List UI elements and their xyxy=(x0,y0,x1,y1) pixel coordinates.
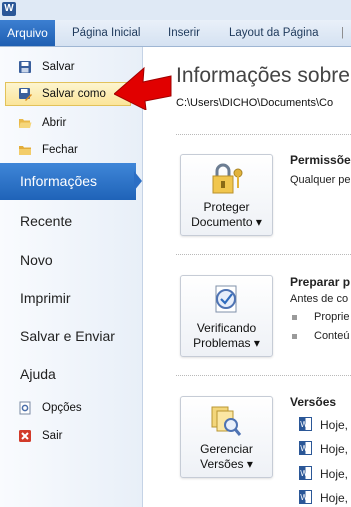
title-bar: W xyxy=(0,0,351,20)
tab-page-layout[interactable]: Layout da Página xyxy=(229,20,319,46)
word-app-icon[interactable]: W xyxy=(2,2,16,16)
word-doc-icon: W xyxy=(299,441,312,455)
version-item[interactable]: Hoje, xyxy=(320,467,348,481)
version-item[interactable]: Hoje, xyxy=(320,491,348,505)
nav-new[interactable]: Novo xyxy=(20,252,53,268)
word-doc-icon: W xyxy=(299,490,312,504)
versions-heading: Versões xyxy=(290,395,337,409)
divider xyxy=(176,375,351,376)
bullet xyxy=(292,315,297,320)
save-icon xyxy=(19,61,31,73)
prepare-desc: Antes de co xyxy=(290,293,349,305)
version-item[interactable]: Hoje, xyxy=(320,442,348,456)
check-line2: Problemas ▾ xyxy=(193,336,260,350)
nav-selection-pointer xyxy=(134,171,142,191)
exit-command[interactable]: Sair xyxy=(0,424,142,448)
svg-text:W: W xyxy=(300,469,308,478)
prepare-item: Proprie xyxy=(314,311,350,323)
close-command[interactable]: Fechar xyxy=(0,138,142,162)
divider xyxy=(176,254,351,255)
lock-key-icon xyxy=(212,163,243,194)
save-label: Salvar xyxy=(42,61,75,73)
tab-home[interactable]: Página Inicial xyxy=(72,20,140,46)
save-as-icon xyxy=(19,88,32,101)
nav-recent[interactable]: Recente xyxy=(20,213,72,229)
document-path: C:\Users\DICHO\Documents\Co xyxy=(176,97,334,109)
checklist-icon xyxy=(215,285,237,313)
nav-save-send[interactable]: Salvar e Enviar xyxy=(20,328,115,344)
word-doc-icon: W xyxy=(299,417,312,431)
tab-insert[interactable]: Inserir xyxy=(168,20,200,46)
save-as-label: Salvar como xyxy=(42,88,106,100)
svg-text:W: W xyxy=(300,493,308,502)
word-doc-icon: W xyxy=(299,466,312,480)
nav-info[interactable]: Informações xyxy=(0,163,136,200)
nav-info-label: Informações xyxy=(20,173,98,189)
red-arrow-icon xyxy=(114,66,172,110)
prepare-heading: Preparar p xyxy=(290,275,351,289)
protect-document-button[interactable]: Proteger Documento ▾ xyxy=(180,154,273,236)
exit-icon xyxy=(19,430,31,442)
version-item[interactable]: Hoje, xyxy=(320,418,348,432)
protect-line1: Proteger xyxy=(203,200,250,214)
svg-text:W: W xyxy=(300,444,308,453)
options-icon xyxy=(19,401,31,415)
close-label: Fechar xyxy=(42,144,78,156)
close-folder-icon xyxy=(19,146,31,155)
check-line1: Verificando xyxy=(196,321,257,335)
options-label: Opções xyxy=(42,402,82,414)
tab-more[interactable]: | xyxy=(341,20,344,46)
open-label: Abrir xyxy=(42,117,67,129)
svg-text:W: W xyxy=(300,420,308,429)
tab-file[interactable]: Arquivo xyxy=(0,20,55,46)
divider xyxy=(176,134,351,135)
ribbon-tab-bar: Arquivo Página Inicial Inserir Layout da… xyxy=(0,20,351,47)
nav-help[interactable]: Ajuda xyxy=(20,366,56,382)
manage-versions-button[interactable]: Gerenciar Versões ▾ xyxy=(180,396,273,478)
page-title: Informações sobre xyxy=(176,64,350,87)
versions-line1: Gerenciar xyxy=(200,442,253,456)
permissions-heading: Permissõe xyxy=(290,153,351,167)
bullet xyxy=(292,334,297,339)
check-issues-button[interactable]: Verificando Problemas ▾ xyxy=(180,275,273,357)
prepare-item: Conteú xyxy=(314,330,350,342)
versions-line2: Versões ▾ xyxy=(200,457,253,471)
protect-line2: Documento ▾ xyxy=(191,215,262,229)
open-command[interactable]: Abrir xyxy=(0,111,142,135)
permissions-desc: Qualquer pe xyxy=(290,174,351,186)
versions-icon xyxy=(211,406,242,436)
save-as-command[interactable]: Salvar como xyxy=(5,82,131,106)
exit-label: Sair xyxy=(42,430,63,442)
open-folder-icon xyxy=(19,119,32,128)
nav-print[interactable]: Imprimir xyxy=(20,290,71,306)
options-command[interactable]: Opções xyxy=(0,396,142,420)
